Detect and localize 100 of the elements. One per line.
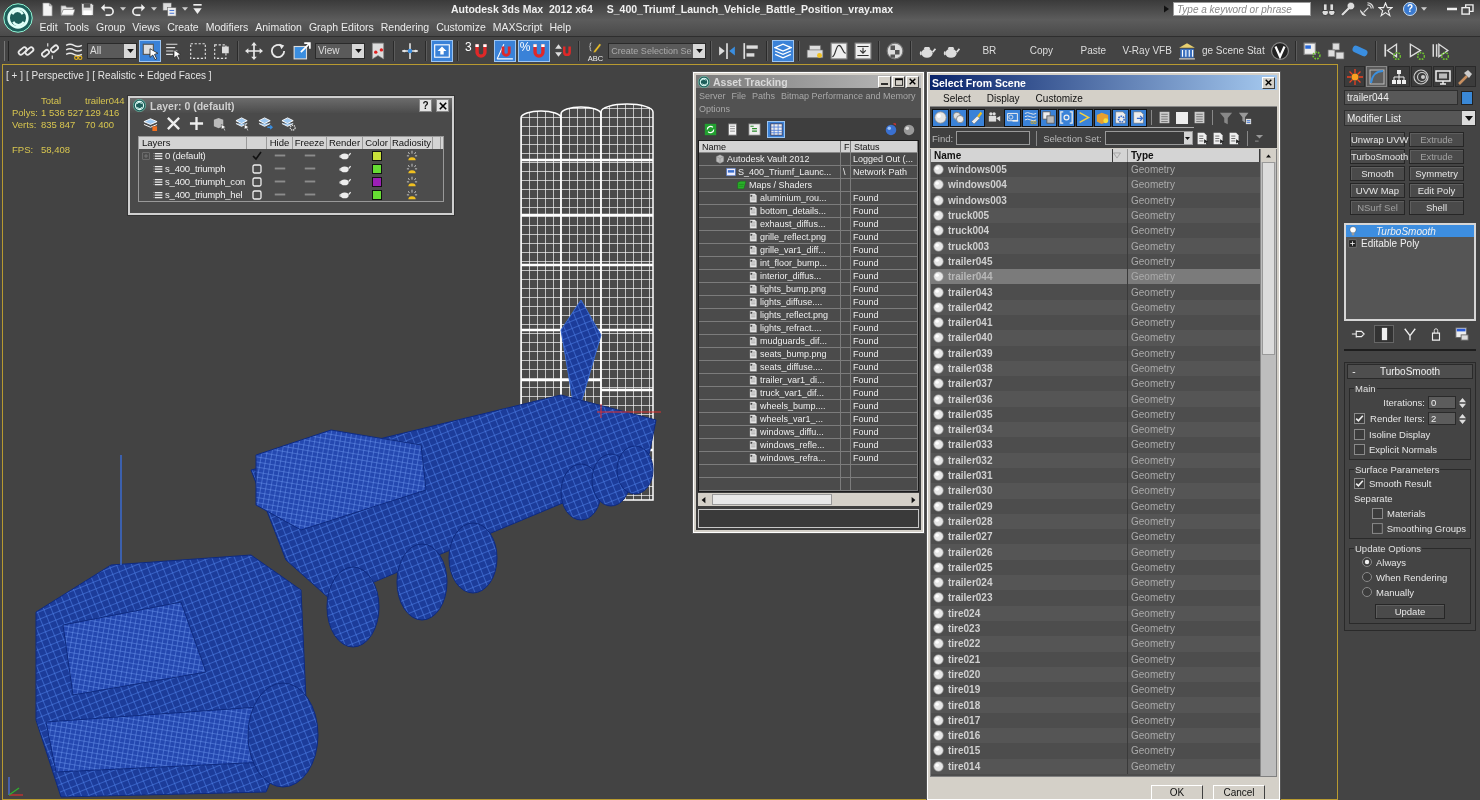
menu-item[interactable]: Display [986, 92, 1020, 104]
stack-tool-button[interactable] [1374, 325, 1394, 343]
arrow-right-icon[interactable] [911, 495, 916, 504]
scrollbar-thumb[interactable] [1262, 162, 1275, 355]
asset-name[interactable]: windows_refle... [760, 440, 825, 450]
funnel-icon[interactable] [1219, 110, 1233, 125]
asset-name[interactable]: windows_diffu... [760, 427, 824, 437]
asset-name[interactable]: trailer_var1_di... [760, 375, 825, 385]
asset-name[interactable]: seats_diffuse.... [760, 362, 823, 372]
asset-name[interactable]: aluminium_rou... [760, 193, 827, 203]
asset-name[interactable]: Maps / Shaders [749, 180, 813, 190]
sphere-icon[interactable] [902, 122, 916, 136]
modifier-button[interactable]: Smooth [1350, 166, 1405, 181]
column-header[interactable]: Status [851, 141, 918, 152]
filter-button[interactable] [1094, 108, 1111, 127]
filter-button[interactable] [1022, 108, 1039, 127]
asset-name[interactable]: exhaust_diffus... [760, 219, 826, 229]
caret-icon[interactable] [120, 7, 126, 11]
square-icon[interactable] [1176, 111, 1188, 124]
object-row[interactable]: trailer040 Geometry [931, 330, 1260, 346]
column-header[interactable]: Color [363, 137, 391, 149]
dialog-button[interactable]: Cancel [1213, 785, 1265, 799]
asset-name[interactable]: grille_reflect.png [760, 232, 827, 242]
lamp-icon[interactable] [406, 150, 418, 161]
asset-name[interactable]: mudguards_dif... [760, 336, 828, 346]
toolbar-button[interactable] [431, 39, 453, 62]
filter-button[interactable] [1058, 108, 1075, 127]
radio-button[interactable] [1362, 572, 1372, 582]
menu-item[interactable]: Rendering [377, 21, 433, 33]
rollout-header[interactable]: - TurboSmooth [1347, 364, 1473, 379]
stack-item[interactable]: Editable Poly [1346, 237, 1474, 249]
toolbar-button[interactable] [772, 39, 795, 62]
help-button[interactable]: ? [419, 99, 432, 112]
modifier-button[interactable]: Edit Poly [1409, 183, 1464, 198]
asset-name[interactable]: bottom_details... [760, 206, 827, 216]
lamp-icon[interactable] [406, 189, 418, 200]
layers-gear-icon[interactable] [281, 116, 296, 131]
column-header[interactable]: Radiosity [391, 137, 433, 149]
modifier-list-dropdown[interactable]: Modifier List [1344, 110, 1476, 126]
selection-set-dropdown[interactable] [1104, 131, 1193, 145]
funnel-list-icon[interactable] [1238, 110, 1252, 125]
color-swatch[interactable] [372, 176, 382, 187]
toolbar-button[interactable]: V-Ray VFB [1120, 39, 1174, 62]
filter-button[interactable] [1040, 108, 1057, 127]
column-header[interactable]: Hide [267, 137, 293, 149]
filter-button[interactable] [1130, 108, 1147, 127]
document-cursor-icon[interactable] [1211, 131, 1225, 145]
modifier-button[interactable]: Shell [1409, 200, 1464, 215]
column-header[interactable]: Render [327, 137, 363, 149]
filter-button[interactable] [1076, 108, 1093, 127]
toolbar-button[interactable] [1324, 39, 1347, 62]
menu-item[interactable]: Animation [251, 21, 306, 33]
cube-cursor-icon[interactable] [212, 116, 227, 131]
panel-tab[interactable] [1344, 66, 1366, 87]
asset-name[interactable]: lights_diffuse.... [760, 297, 823, 307]
menu-item[interactable]: Graph Editors [305, 21, 378, 33]
toolbar-button[interactable]: 3 [463, 39, 492, 62]
spinner-arrows-icon[interactable] [1459, 396, 1466, 409]
asset-name[interactable]: lights_refract.... [760, 323, 822, 333]
lamp-icon[interactable] [406, 176, 418, 187]
wrench-icon[interactable] [1340, 1, 1355, 17]
color-swatch[interactable] [372, 189, 382, 200]
collapse-toggle[interactable]: - [1348, 366, 1360, 377]
menu-item[interactable]: Customize [1035, 92, 1083, 104]
object-row[interactable]: trailer030 Geometry [931, 483, 1260, 499]
layer-name[interactable]: s_400_triumph [165, 163, 226, 174]
checkbox[interactable] [1354, 428, 1365, 440]
caret-icon[interactable] [1253, 134, 1265, 142]
caret-icon[interactable] [151, 7, 157, 11]
menu-item[interactable]: Tools [61, 21, 93, 33]
asset-name[interactable]: S_400_Triumf_Launc... [738, 167, 832, 177]
toolbar-button[interactable]: ge Scene Stat [1199, 39, 1267, 62]
toolbar-button[interactable] [1268, 39, 1291, 62]
layer-name[interactable]: 0 (default) [165, 150, 206, 161]
minimize-button[interactable] [878, 75, 891, 88]
toolbar-button[interactable] [767, 120, 785, 138]
checkbox[interactable] [1372, 522, 1383, 534]
caret-icon[interactable] [1421, 7, 1427, 11]
filter-button[interactable] [932, 108, 949, 127]
asset-name[interactable]: truck_var1_dif... [760, 388, 825, 398]
redo-icon[interactable] [131, 1, 146, 17]
maximize-button[interactable] [892, 75, 905, 88]
spinner-field[interactable]: 0 [1428, 396, 1456, 409]
object-color-swatch[interactable] [1461, 90, 1473, 105]
object-row[interactable]: trailer034 Geometry [931, 422, 1260, 438]
menu-item[interactable]: Help [545, 21, 575, 33]
filter-button[interactable] [1004, 108, 1021, 127]
document-cursor-icon[interactable] [1195, 131, 1209, 145]
update-button[interactable]: Update [1375, 604, 1445, 619]
panel-tab[interactable] [1388, 66, 1410, 87]
menu-item[interactable]: Customize [432, 21, 490, 33]
satellite-dish-icon[interactable] [1359, 1, 1374, 17]
checkbox[interactable] [1354, 413, 1365, 424]
restore-icon[interactable] [1461, 3, 1474, 15]
plus-icon[interactable] [189, 116, 204, 131]
toolbar-button[interactable] [493, 39, 516, 62]
color-swatch[interactable] [372, 163, 382, 174]
object-row[interactable]: windows004 Geometry [931, 177, 1260, 193]
object-row[interactable]: trailer024 Geometry [931, 575, 1260, 591]
toolbar-button[interactable]: BR [964, 39, 1015, 62]
